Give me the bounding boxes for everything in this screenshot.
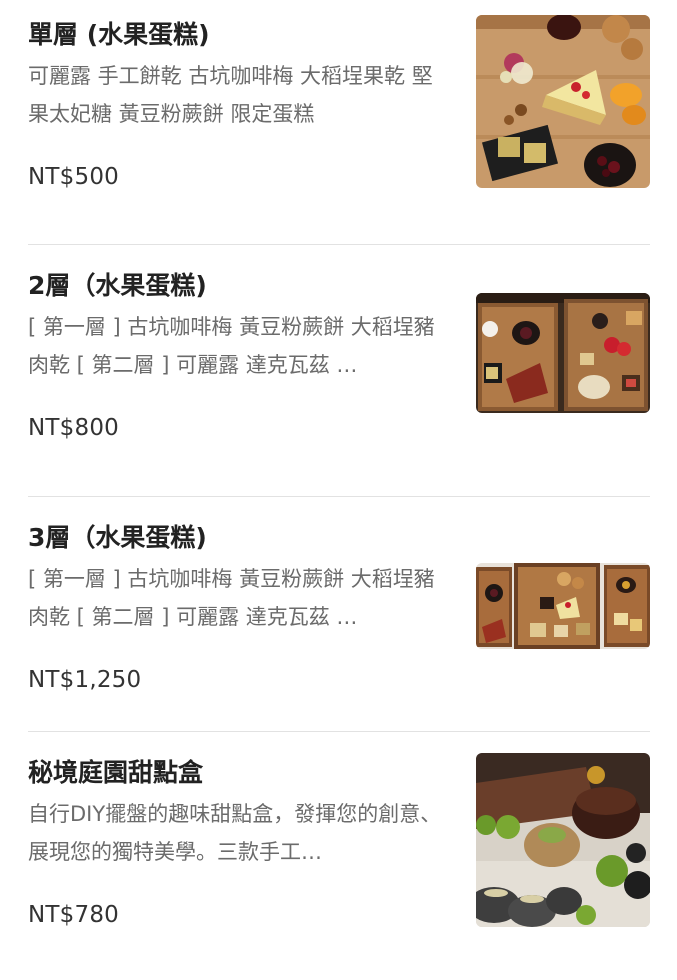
dessert-platter-photo[interactable] — [476, 15, 650, 188]
menu-item-list: 單層 (水果蛋糕) 可麗露 手工餅乾 古坑咖啡梅 大稻埕果乾 堅果太妃糖 黃豆粉… — [0, 0, 677, 980]
item-name: 單層 (水果蛋糕) — [28, 20, 210, 49]
item-price: NT$780 — [28, 902, 119, 928]
menu-item-two-tier[interactable]: 2層（水果蛋糕) [ 第一層 ] 古坑咖啡梅 黃豆粉蕨餅 大稻埕豬肉乾 [ 第二… — [0, 245, 677, 496]
item-name: 秘境庭園甜點盒 — [28, 758, 204, 787]
item-description: [ 第一層 ] 古坑咖啡梅 黃豆粉蕨餅 大稻埕豬肉乾 [ 第二層 ] 可麗露 達… — [28, 567, 435, 629]
two-tier-wooden-tray-photo[interactable] — [476, 293, 650, 413]
three-tier-wooden-tray-photo[interactable] — [476, 563, 650, 649]
item-price: NT$500 — [28, 164, 119, 190]
item-price: NT$800 — [28, 415, 119, 441]
garden-dessert-box-photo[interactable] — [476, 753, 650, 927]
item-description: 可麗露 手工餅乾 古坑咖啡梅 大稻埕果乾 堅果太妃糖 黃豆粉蕨餅 限定蛋糕 — [28, 64, 433, 126]
item-description: 自行DIY擺盤的趣味甜點盒，發揮您的創意、展現您的獨特美學。三款手工… — [28, 802, 442, 864]
item-price: NT$1,250 — [28, 667, 142, 693]
item-name: 2層（水果蛋糕) — [28, 271, 207, 300]
item-description: [ 第一層 ] 古坑咖啡梅 黃豆粉蕨餅 大稻埕豬肉乾 [ 第二層 ] 可麗露 達… — [28, 315, 435, 377]
menu-item-garden-dessert-box[interactable]: 秘境庭園甜點盒 自行DIY擺盤的趣味甜點盒，發揮您的創意、展現您的獨特美學。三款… — [0, 732, 677, 980]
menu-item-single-tier[interactable]: 單層 (水果蛋糕) 可麗露 手工餅乾 古坑咖啡梅 大稻埕果乾 堅果太妃糖 黃豆粉… — [0, 0, 677, 244]
item-name: 3層（水果蛋糕) — [28, 523, 207, 552]
menu-item-three-tier[interactable]: 3層（水果蛋糕) [ 第一層 ] 古坑咖啡梅 黃豆粉蕨餅 大稻埕豬肉乾 [ 第二… — [0, 497, 677, 731]
